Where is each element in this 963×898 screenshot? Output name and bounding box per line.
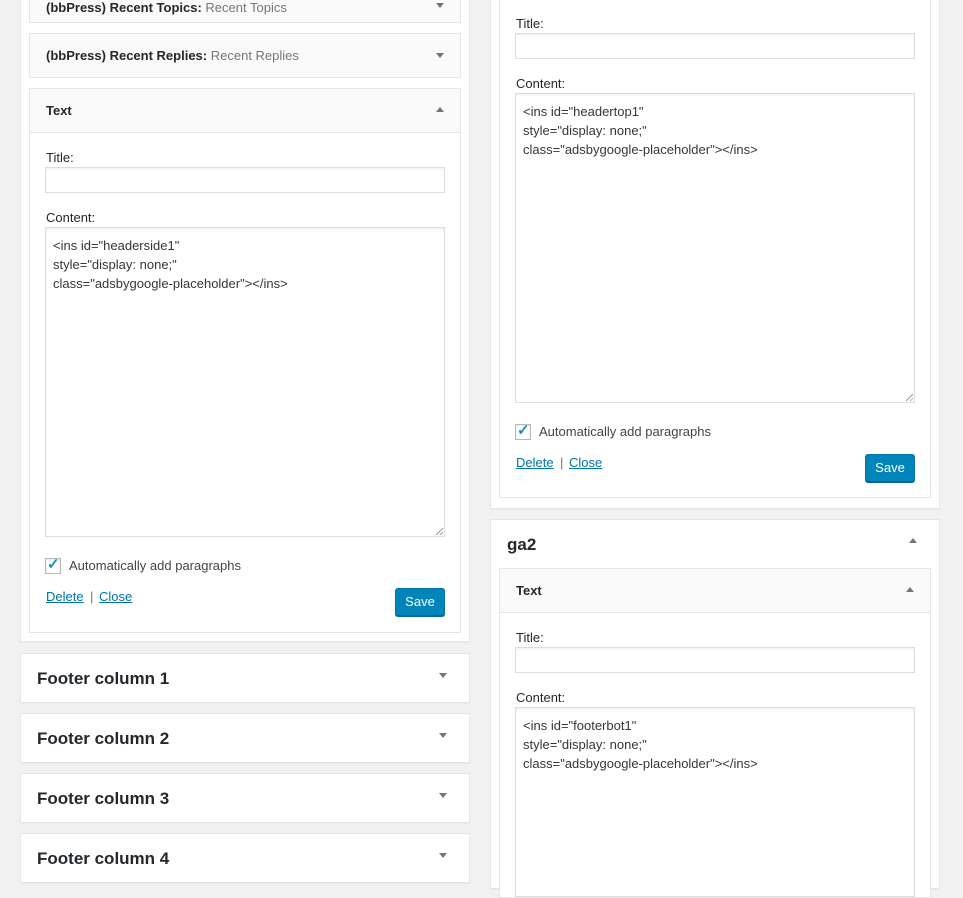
- triangle-down-icon[interactable]: [439, 733, 447, 738]
- widget-title: (bbPress) Recent Topics:: [46, 0, 202, 15]
- content-label: Content:: [516, 76, 566, 91]
- sidebar-title: Footer column 3: [37, 789, 170, 808]
- content-textarea[interactable]: <ins id="headertop1" style="display: non…: [515, 93, 915, 403]
- save-button[interactable]: Save: [865, 454, 915, 482]
- title-input[interactable]: [515, 33, 915, 59]
- triangle-up-icon[interactable]: [909, 538, 917, 543]
- sidebar-footer-column-3[interactable]: Footer column 3: [20, 773, 470, 823]
- sidebar-footer-column-4[interactable]: Footer column 4: [20, 833, 470, 883]
- title-label: Title:: [516, 630, 544, 645]
- sidebar-title: Footer column 2: [37, 729, 170, 748]
- delete-link[interactable]: Delete: [516, 455, 554, 470]
- triangle-up-icon[interactable]: [906, 587, 914, 592]
- widget-title: Text: [516, 583, 542, 598]
- close-link[interactable]: Close: [99, 589, 132, 604]
- triangle-down-icon[interactable]: [439, 853, 447, 858]
- content-label: Content:: [46, 210, 96, 225]
- auto-paragraphs-checkbox[interactable]: ✓: [45, 556, 61, 574]
- resize-grip-icon[interactable]: [906, 394, 913, 401]
- sidebar-header[interactable]: ga2: [491, 520, 939, 568]
- content-textarea[interactable]: <ins id="footerbot1" style="display: non…: [515, 707, 915, 897]
- close-link[interactable]: Close: [569, 455, 602, 470]
- title-label: Title:: [516, 16, 544, 31]
- sidebar-title: Footer column 4: [37, 849, 170, 868]
- triangle-down-icon[interactable]: [439, 793, 447, 798]
- triangle-down-icon[interactable]: [436, 3, 444, 8]
- link-separator: |: [90, 589, 94, 604]
- auto-paragraphs-label: Automatically add paragraphs: [539, 424, 711, 439]
- resize-grip-icon[interactable]: [436, 528, 443, 535]
- widget-title: Text: [46, 103, 72, 118]
- auto-paragraphs-checkbox[interactable]: ✓: [515, 422, 531, 440]
- sidebar-footer-column-2[interactable]: Footer column 2: [20, 713, 470, 763]
- triangle-down-icon[interactable]: [436, 53, 444, 58]
- auto-paragraphs-label: Automatically add paragraphs: [69, 558, 241, 573]
- triangle-up-icon[interactable]: [436, 107, 444, 112]
- title-label: Title:: [46, 150, 74, 165]
- sidebar-title: Footer column 1: [37, 669, 170, 688]
- widget-in-title: Recent Topics: [205, 0, 287, 15]
- title-input[interactable]: [515, 647, 915, 673]
- delete-link[interactable]: Delete: [46, 589, 84, 604]
- content-label: Content:: [516, 690, 566, 705]
- save-button[interactable]: Save: [395, 588, 445, 616]
- widget-header[interactable]: Text: [499, 568, 931, 613]
- triangle-down-icon[interactable]: [439, 673, 447, 678]
- widget-in-title: Recent Replies: [210, 48, 299, 63]
- widget-recent-topics[interactable]: (bbPress) Recent Topics: Recent Topics: [29, 0, 461, 23]
- title-input[interactable]: [45, 167, 445, 193]
- checkmark-icon: ✓: [47, 556, 60, 573]
- content-textarea[interactable]: <ins id="headerside1" style="display: no…: [45, 227, 445, 537]
- widget-title: (bbPress) Recent Replies:: [46, 48, 208, 63]
- widget-recent-replies[interactable]: (bbPress) Recent Replies: Recent Replies: [29, 33, 461, 78]
- sidebar-footer-column-1[interactable]: Footer column 1: [20, 653, 470, 703]
- widget-header[interactable]: Text: [29, 88, 461, 133]
- link-separator: |: [560, 455, 564, 470]
- checkmark-icon: ✓: [517, 422, 530, 439]
- sidebar-title: ga2: [507, 535, 537, 554]
